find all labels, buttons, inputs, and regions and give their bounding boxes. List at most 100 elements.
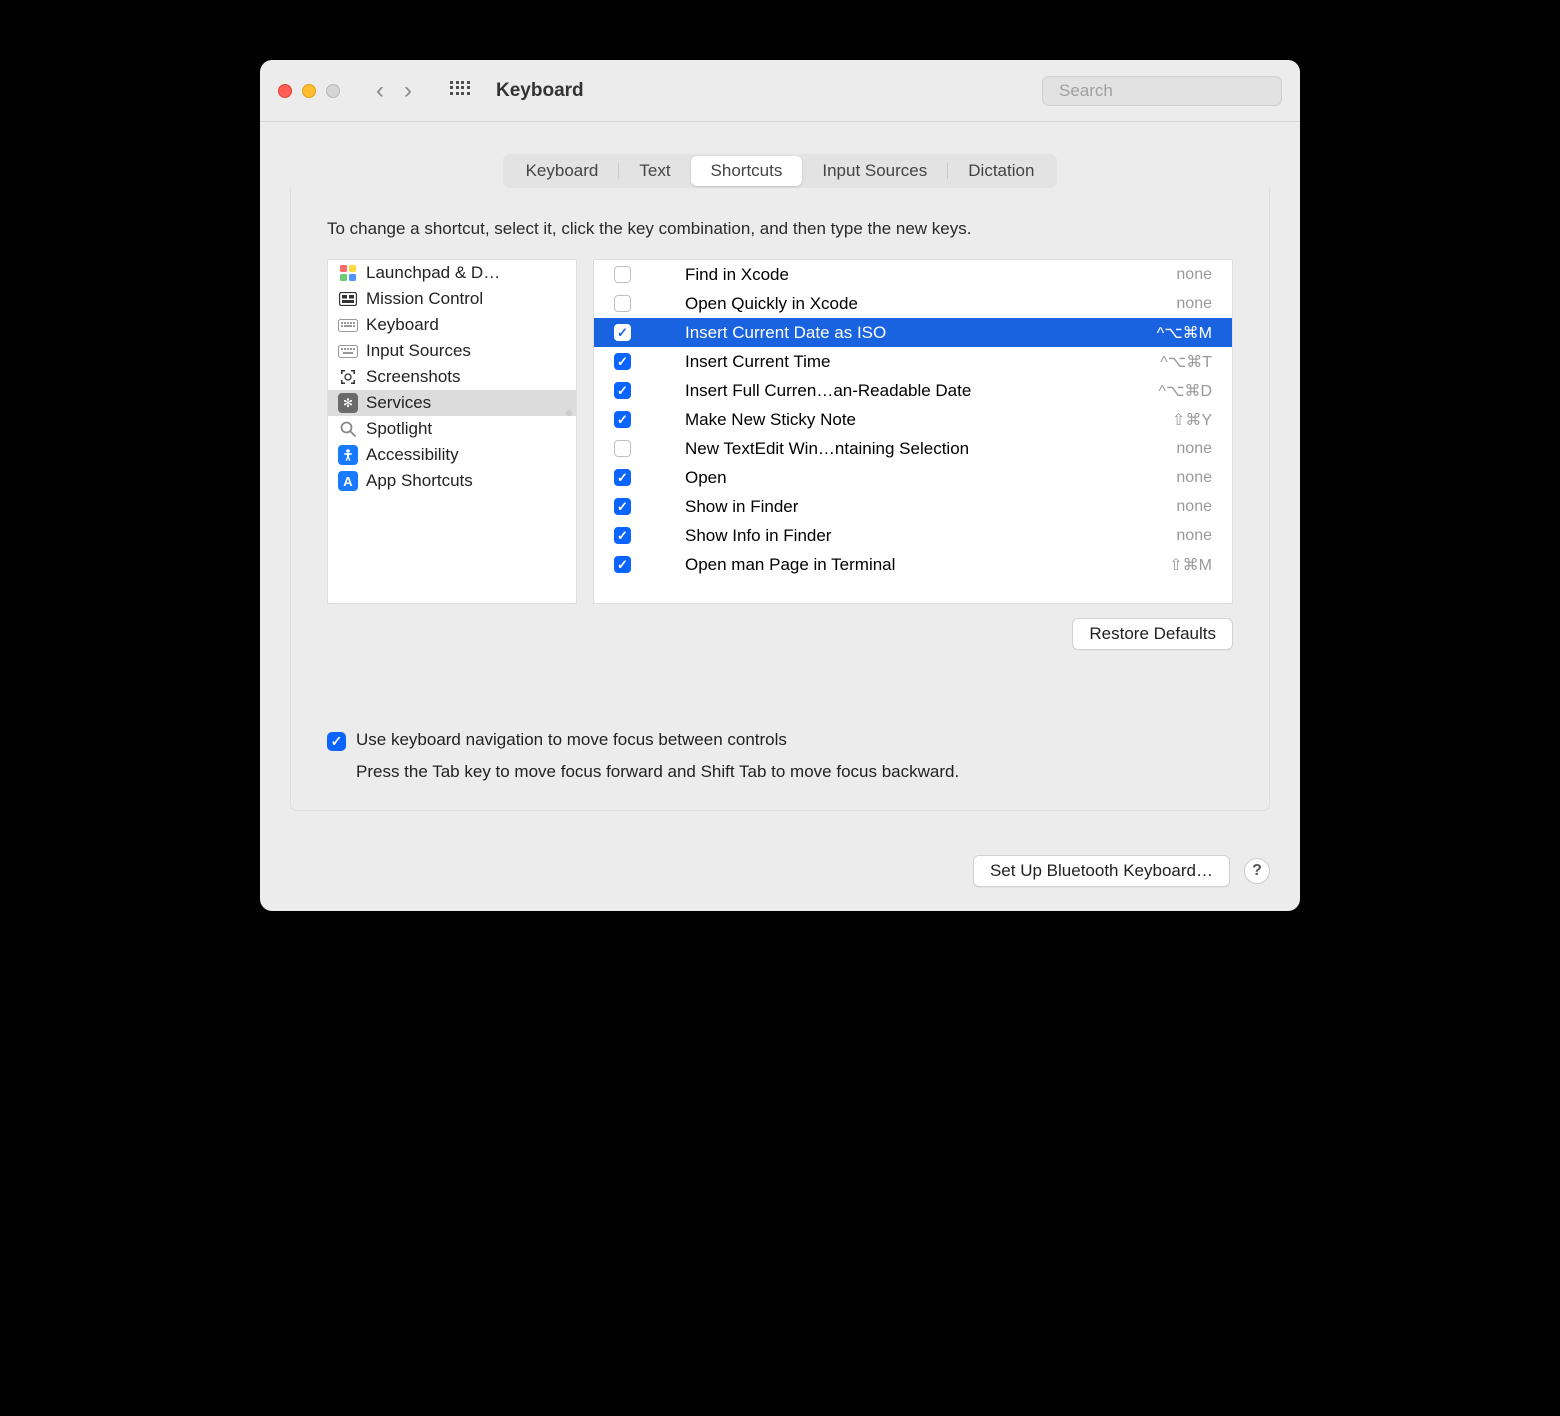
setup-bluetooth-button[interactable]: Set Up Bluetooth Keyboard… xyxy=(973,855,1230,887)
search-input[interactable] xyxy=(1059,81,1280,101)
shortcut-row[interactable]: Insert Full Curren…an-Readable Date ^⌥⌘D xyxy=(594,376,1232,405)
shortcut-checkbox[interactable] xyxy=(614,382,631,399)
mission-control-icon xyxy=(338,289,358,309)
sidebar-item-label: Screenshots xyxy=(366,367,461,387)
sidebar-item-accessibility[interactable]: Accessibility xyxy=(328,442,576,468)
sidebar-item-input-sources[interactable]: Input Sources xyxy=(328,338,576,364)
shortcut-key[interactable]: none xyxy=(1176,527,1212,545)
nav-arrows: ‹ › xyxy=(376,77,412,105)
shortcut-key[interactable]: ⇧⌘M xyxy=(1169,555,1212,575)
shortcut-row[interactable]: Show in Finder none xyxy=(594,492,1232,521)
sidebar-item-label: Launchpad & D… xyxy=(366,263,500,283)
bottom-bar: Set Up Bluetooth Keyboard… ? xyxy=(260,835,1300,911)
shortcut-label: Open xyxy=(685,468,1162,488)
input-sources-icon xyxy=(338,341,358,361)
shortcut-key[interactable]: ⇧⌘Y xyxy=(1172,410,1212,430)
sidebar-item-app-shortcuts[interactable]: AApp Shortcuts xyxy=(328,468,576,494)
sidebar-item-services[interactable]: ✻ Services xyxy=(328,390,576,416)
sidebar-item-label: Mission Control xyxy=(366,289,483,309)
split-view: Launchpad & D… Mission Control Keyboard Inp… xyxy=(327,259,1233,604)
shortcut-label: Open man Page in Terminal xyxy=(685,555,1155,575)
close-button[interactable] xyxy=(278,84,292,98)
show-all-icon[interactable] xyxy=(450,81,470,101)
shortcut-label: Find in Xcode xyxy=(685,265,1162,285)
services-icon: ✻ xyxy=(338,393,358,413)
shortcut-checkbox[interactable] xyxy=(614,411,631,428)
restore-defaults-button[interactable]: Restore Defaults xyxy=(1072,618,1233,650)
search-field[interactable] xyxy=(1042,76,1282,106)
minimize-button[interactable] xyxy=(302,84,316,98)
tabs: KeyboardTextShortcutsInput SourcesDictat… xyxy=(290,154,1270,188)
shortcut-label: Show in Finder xyxy=(685,497,1162,517)
shortcut-label: Open Quickly in Xcode xyxy=(685,294,1162,314)
category-sidebar[interactable]: Launchpad & D… Mission Control Keyboard Inp… xyxy=(327,259,577,604)
tab-text[interactable]: Text xyxy=(619,156,690,186)
sidebar-item-launchpad-d[interactable]: Launchpad & D… xyxy=(328,260,576,286)
shortcut-checkbox[interactable] xyxy=(614,440,631,457)
shortcut-checkbox[interactable] xyxy=(614,324,631,341)
shortcuts-list[interactable]: Find in Xcode none Open Quickly in Xcode no… xyxy=(593,259,1233,604)
shortcut-row[interactable]: Find in Xcode none xyxy=(594,260,1232,289)
sidebar-item-spotlight[interactable]: Spotlight xyxy=(328,416,576,442)
shortcuts-panel: To change a shortcut, select it, click t… xyxy=(290,187,1270,811)
shortcut-row[interactable]: Open man Page in Terminal ⇧⌘M xyxy=(594,550,1232,579)
shortcut-checkbox[interactable] xyxy=(614,469,631,486)
shortcut-key[interactable]: none xyxy=(1176,469,1212,487)
sidebar-item-label: Keyboard xyxy=(366,315,439,335)
shortcut-key[interactable]: none xyxy=(1176,498,1212,516)
shortcut-row[interactable]: Open Quickly in Xcode none xyxy=(594,289,1232,318)
sidebar-item-label: Accessibility xyxy=(366,445,459,465)
forward-button[interactable]: › xyxy=(404,77,412,105)
shortcut-row[interactable]: Open none xyxy=(594,463,1232,492)
shortcut-label: Insert Current Time xyxy=(685,352,1146,372)
preferences-window: ‹ › Keyboard KeyboardTextShortcutsInput … xyxy=(260,60,1300,911)
shortcut-checkbox[interactable] xyxy=(614,498,631,515)
window-title: Keyboard xyxy=(496,80,1032,102)
tab-keyboard[interactable]: Keyboard xyxy=(506,156,619,186)
sidebar-item-screenshots[interactable]: Screenshots xyxy=(328,364,576,390)
shortcut-key[interactable]: ^⌥⌘T xyxy=(1160,352,1212,372)
scroll-indicator xyxy=(566,410,572,416)
help-button[interactable]: ? xyxy=(1244,858,1270,884)
titlebar: ‹ › Keyboard xyxy=(260,60,1300,122)
shortcut-checkbox[interactable] xyxy=(614,556,631,573)
shortcut-key[interactable]: none xyxy=(1176,440,1212,458)
shortcut-key[interactable]: ^⌥⌘M xyxy=(1157,323,1212,343)
launchpad-icon xyxy=(338,263,358,283)
tab-dictation[interactable]: Dictation xyxy=(948,156,1054,186)
keyboard-nav-option: Use keyboard navigation to move focus be… xyxy=(327,730,1233,782)
keyboard-icon xyxy=(338,315,358,335)
shortcut-key[interactable]: none xyxy=(1176,266,1212,284)
shortcut-row[interactable]: Show Info in Findernone xyxy=(594,521,1232,550)
accessibility-icon xyxy=(338,445,358,465)
sidebar-item-mission-control[interactable]: Mission Control xyxy=(328,286,576,312)
below-list: Restore Defaults xyxy=(327,618,1233,650)
back-button[interactable]: ‹ xyxy=(376,77,384,105)
shortcut-checkbox[interactable] xyxy=(614,295,631,312)
shortcut-checkbox[interactable] xyxy=(614,353,631,370)
shortcut-label: Make New Sticky Note xyxy=(685,410,1158,430)
shortcut-row[interactable]: New TextEdit Win…ntaining Selectionnone xyxy=(594,434,1232,463)
shortcut-key[interactable]: none xyxy=(1176,295,1212,313)
instruction-text: To change a shortcut, select it, click t… xyxy=(327,219,1233,239)
shortcut-checkbox[interactable] xyxy=(614,266,631,283)
zoom-button[interactable] xyxy=(326,84,340,98)
sidebar-item-label: Spotlight xyxy=(366,419,432,439)
shortcut-row[interactable]: Insert Current Date as ISO^⌥⌘M xyxy=(594,318,1232,347)
shortcut-row[interactable]: Insert Current Time ^⌥⌘T xyxy=(594,347,1232,376)
shortcut-row[interactable]: Make New Sticky Note ⇧⌘Y xyxy=(594,405,1232,434)
keyboard-nav-checkbox[interactable] xyxy=(327,732,346,751)
keyboard-nav-hint: Press the Tab key to move focus forward … xyxy=(356,762,959,782)
shortcut-label: Insert Full Curren…an-Readable Date xyxy=(685,381,1145,401)
window-body: KeyboardTextShortcutsInput SourcesDictat… xyxy=(260,122,1300,835)
tab-input-sources[interactable]: Input Sources xyxy=(802,156,947,186)
spotlight-icon xyxy=(338,419,358,439)
screenshots-icon xyxy=(338,367,358,387)
shortcut-checkbox[interactable] xyxy=(614,527,631,544)
sidebar-item-keyboard[interactable]: Keyboard xyxy=(328,312,576,338)
sidebar-item-label: Services xyxy=(366,393,431,413)
tab-strip: KeyboardTextShortcutsInput SourcesDictat… xyxy=(503,154,1058,188)
tab-shortcuts[interactable]: Shortcuts xyxy=(691,156,803,186)
keyboard-nav-label: Use keyboard navigation to move focus be… xyxy=(356,730,959,750)
shortcut-key[interactable]: ^⌥⌘D xyxy=(1159,381,1213,401)
